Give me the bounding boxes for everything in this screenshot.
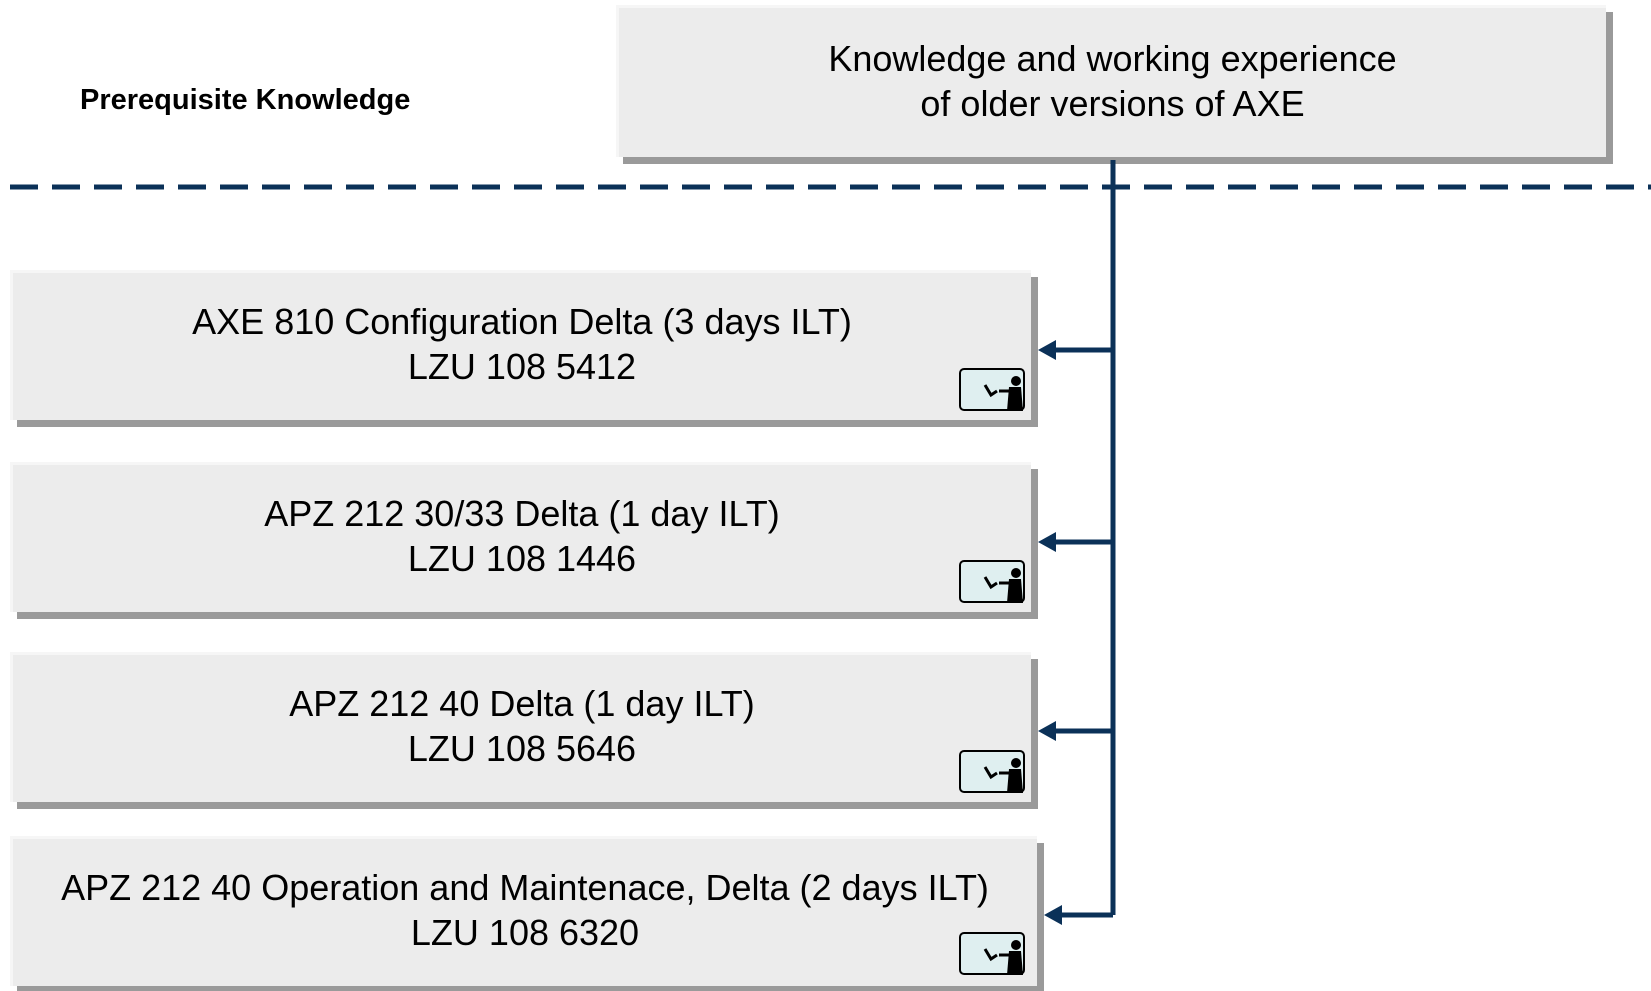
- arrow-to-course-4: [1044, 905, 1113, 925]
- prerequisite-box: Knowledge and working experience of olde…: [616, 5, 1606, 157]
- instructor-led-training-icon: [959, 750, 1025, 793]
- course-code: LZU 108 6320: [410, 912, 640, 953]
- course-title: APZ 212 30/33 Delta (1 day ILT): [264, 493, 780, 534]
- prerequisite-box-line-2: of older versions of AXE: [920, 83, 1305, 124]
- course-code: LZU 108 5412: [407, 346, 637, 387]
- course-code: LZU 108 1446: [407, 538, 637, 579]
- instructor-led-training-icon: [959, 560, 1025, 603]
- instructor-led-training-icon: [959, 368, 1025, 411]
- arrow-to-course-1: [1038, 340, 1113, 360]
- instructor-led-training-icon: [959, 932, 1025, 975]
- course-title: APZ 212 40 Delta (1 day ILT): [289, 683, 755, 724]
- course-box-1: AXE 810 Configuration Delta (3 days ILT)…: [10, 270, 1031, 420]
- arrow-to-course-3: [1038, 721, 1113, 741]
- course-title: APZ 212 40 Operation and Maintenace, Del…: [61, 867, 989, 908]
- arrow-to-course-2: [1038, 532, 1113, 552]
- prerequisite-box-line-1: Knowledge and working experience: [828, 38, 1397, 79]
- course-box-3: APZ 212 40 Delta (1 day ILT) LZU 108 564…: [10, 652, 1031, 802]
- course-box-2: APZ 212 30/33 Delta (1 day ILT) LZU 108 …: [10, 462, 1031, 612]
- course-code: LZU 108 5646: [407, 728, 637, 769]
- course-title: AXE 810 Configuration Delta (3 days ILT): [192, 301, 852, 342]
- course-box-4: APZ 212 40 Operation and Maintenace, Del…: [10, 836, 1037, 986]
- prerequisite-knowledge-label: Prerequisite Knowledge: [80, 84, 411, 116]
